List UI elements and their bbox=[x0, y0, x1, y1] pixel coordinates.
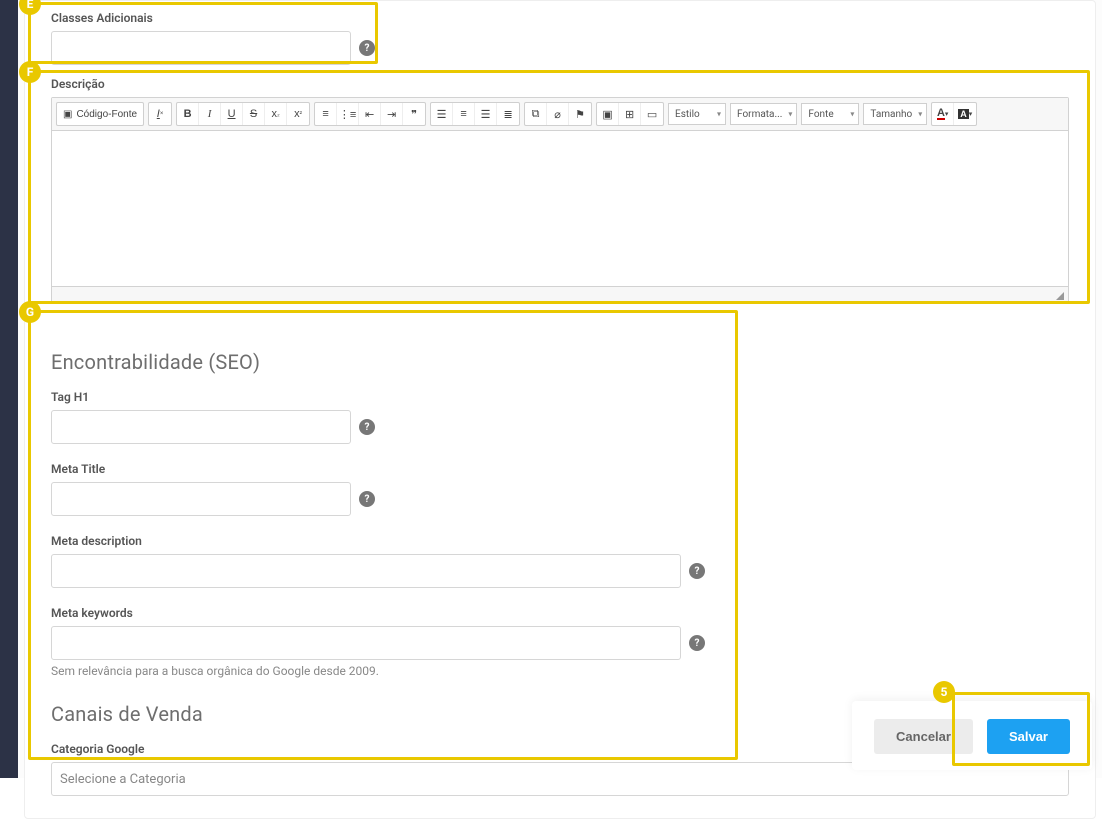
meta-keywords-hint: Sem relevância para a busca orgânica do … bbox=[51, 664, 1069, 678]
rte-align-right-button[interactable]: ☰ bbox=[475, 103, 497, 125]
rte-strike-button[interactable]: S bbox=[243, 103, 265, 125]
rte-ordered-list-button[interactable]: ≡ bbox=[315, 103, 337, 125]
content-area: Classes Adicionais ? Descrição ▣ Código-… bbox=[18, 0, 1102, 778]
rte-clear-format-button[interactable]: I× bbox=[149, 103, 171, 125]
classes-adicionais-label: Classes Adicionais bbox=[51, 11, 1069, 25]
rte-align-justify-button[interactable]: ≣ bbox=[497, 103, 519, 125]
rte-image-button[interactable]: ▣ bbox=[597, 103, 619, 125]
rte-body[interactable] bbox=[52, 131, 1068, 287]
meta-keywords-input[interactable] bbox=[51, 626, 681, 660]
rte-unordered-list-button[interactable]: ⋮≡ bbox=[337, 103, 359, 125]
rte-superscript-button[interactable]: x² bbox=[287, 103, 309, 125]
rte-italic-button[interactable]: I bbox=[199, 103, 221, 125]
rte-link-button[interactable]: ⧉ bbox=[525, 103, 547, 125]
rte-table-button[interactable]: ⊞ bbox=[619, 103, 641, 125]
rte-toolbar: ▣ Código-Fonte I× B I U S x₂ x² bbox=[52, 98, 1068, 131]
seo-heading: Encontrabilidade (SEO) bbox=[51, 350, 1069, 374]
rte-underline-button[interactable]: U bbox=[221, 103, 243, 125]
source-icon: ▣ bbox=[63, 109, 72, 120]
rte-unlink-button[interactable]: ⌀ bbox=[547, 103, 569, 125]
rte-blockquote-button[interactable]: ❞ bbox=[403, 103, 425, 125]
rte-align-center-button[interactable]: ≡ bbox=[453, 103, 475, 125]
rte-style-select[interactable]: Estilo bbox=[668, 103, 726, 125]
rte-font-select[interactable]: Fonte bbox=[801, 103, 859, 125]
meta-description-input[interactable] bbox=[51, 554, 681, 588]
help-icon[interactable]: ? bbox=[689, 635, 705, 651]
help-icon[interactable]: ? bbox=[689, 563, 705, 579]
section-classes-adicionais: Classes Adicionais ? bbox=[25, 1, 1095, 71]
help-icon[interactable]: ? bbox=[359, 491, 375, 507]
meta-description-label: Meta description bbox=[51, 534, 1069, 548]
help-icon[interactable]: ? bbox=[359, 40, 375, 56]
meta-keywords-label: Meta keywords bbox=[51, 606, 1069, 620]
rte-subscript-button[interactable]: x₂ bbox=[265, 103, 287, 125]
form-card: Classes Adicionais ? Descrição ▣ Código-… bbox=[24, 0, 1096, 819]
sidebar-stub bbox=[0, 0, 18, 778]
rte-bold-button[interactable]: B bbox=[177, 103, 199, 125]
classes-adicionais-input[interactable] bbox=[51, 31, 351, 65]
descricao-label: Descrição bbox=[51, 77, 1069, 91]
rte-align-left-button[interactable]: ☰ bbox=[431, 103, 453, 125]
tag-h1-input[interactable] bbox=[51, 410, 351, 444]
rte-text-color-button[interactable]: A▾ bbox=[932, 103, 954, 125]
save-button[interactable]: Salvar bbox=[987, 719, 1070, 754]
rte-hr-button[interactable]: ▭ bbox=[641, 103, 663, 125]
meta-title-input[interactable] bbox=[51, 482, 351, 516]
rte-resize-handle[interactable] bbox=[52, 287, 1068, 303]
tag-h1-label: Tag H1 bbox=[51, 390, 1069, 404]
meta-title-label: Meta Title bbox=[51, 462, 1069, 476]
section-descricao: Descrição ▣ Código-Fonte I× B I bbox=[25, 71, 1095, 330]
rte-indent-button[interactable]: ⇥ bbox=[381, 103, 403, 125]
rte-outdent-button[interactable]: ⇤ bbox=[359, 103, 381, 125]
rte-anchor-button[interactable]: ⚑ bbox=[569, 103, 591, 125]
footer-bar: Cancelar Salvar bbox=[852, 701, 1092, 770]
rich-text-editor: ▣ Código-Fonte I× B I U S x₂ x² bbox=[51, 97, 1069, 304]
cancel-button[interactable]: Cancelar bbox=[874, 719, 973, 754]
rte-size-select[interactable]: Tamanho bbox=[863, 103, 927, 125]
rte-source-button[interactable]: ▣ Código-Fonte bbox=[57, 103, 143, 125]
categoria-google-placeholder: Selecione a Categoria bbox=[60, 772, 186, 787]
help-icon[interactable]: ? bbox=[359, 419, 375, 435]
rte-format-select[interactable]: Formata... bbox=[730, 103, 797, 125]
rte-bg-color-button[interactable]: A▾ bbox=[954, 103, 976, 125]
